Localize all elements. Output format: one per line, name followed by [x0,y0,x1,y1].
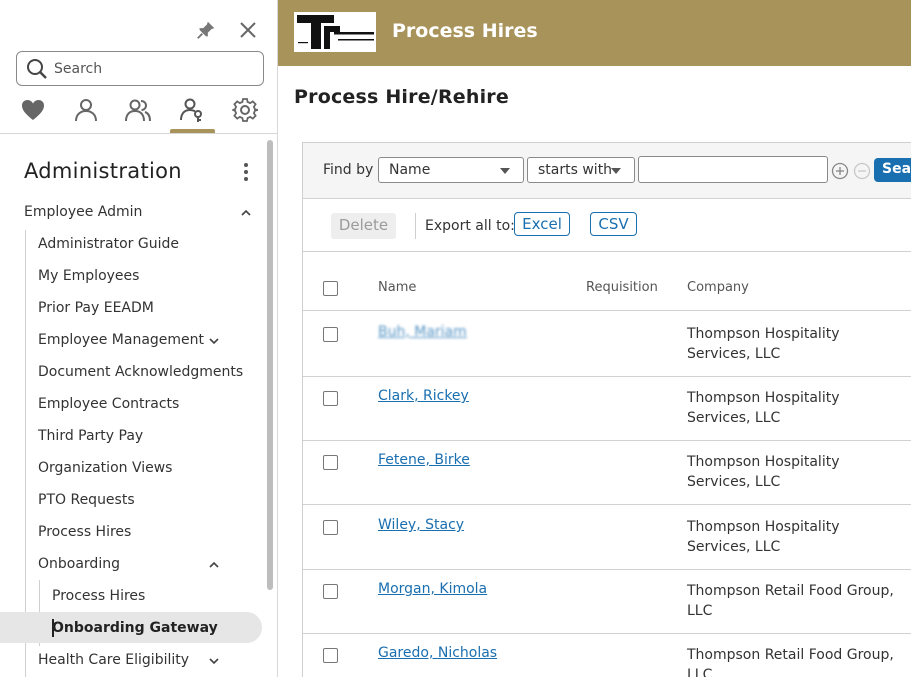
find-by-label: Find by [323,162,374,178]
chevron-down-icon[interactable] [208,655,220,667]
page-title: Process Hire/Rehire [294,86,509,108]
company-cell: Thompson Retail Food Group, LLC [687,583,894,619]
export-label: Export all to: [425,218,515,234]
employee-name-link[interactable]: Garedo, Nicholas [378,645,497,661]
sidebar-item-health-care-eligibility[interactable]: Health Care Eligibility [38,646,224,676]
hires-panel: Find by Name starts with Search Delete E… [302,142,911,677]
row-checkbox[interactable] [323,327,338,342]
search-input[interactable] [54,57,254,80]
table-row: Garedo, Nicholas Thompson Retail Food Gr… [303,633,911,677]
dropdown-arrow-icon [611,168,621,174]
chevron-up-icon[interactable] [240,207,252,219]
sidebar-top [0,0,277,134]
table-row: Fetene, Birke Thompson Hospitality Servi… [303,440,911,505]
more-options-icon[interactable] [238,161,254,183]
person-key-icon[interactable] [179,97,205,123]
people-icon[interactable] [125,97,151,123]
column-header-requisition[interactable]: Requisition [586,280,658,295]
company-cell: Thompson Hospitality Services, LLC [687,326,840,362]
pin-icon[interactable] [195,19,217,41]
employee-name-link[interactable]: Clark, Rickey [378,388,469,404]
sidebar-item-employee-admin[interactable]: Employee Admin [24,198,264,228]
person-icon[interactable] [73,97,99,123]
remove-criteria-icon[interactable] [853,162,871,180]
company-cell: Thompson Hospitality Services, LLC [687,519,840,555]
close-icon[interactable] [238,20,258,40]
nav-active-indicator [170,129,215,133]
sidebar: Administration Employee Admin Administra… [0,0,278,677]
sidebar-item-onboarding[interactable]: Onboarding [38,550,224,580]
sidebar-item-employee-management[interactable]: Employee Management [38,326,224,356]
dropdown-arrow-icon [500,168,510,174]
search-button[interactable]: Search [874,158,911,182]
employee-name-link[interactable]: Buh, Mariam [378,324,467,340]
table-row: Morgan, Kimola Thompson Retail Food Grou… [303,569,911,634]
sidebar-scrollbar[interactable] [267,140,273,590]
company-cell: Thompson Hospitality Services, LLC [687,390,840,426]
delete-button[interactable]: Delete [331,213,396,239]
employee-name-link[interactable]: Fetene, Birke [378,452,470,468]
table-row: Clark, Rickey Thompson Hospitality Servi… [303,376,911,441]
heart-icon[interactable] [20,97,46,123]
text-cursor [52,619,54,637]
app-header: Process Hires [278,0,911,66]
column-header-name[interactable]: Name [378,280,416,295]
row-checkbox[interactable] [323,520,338,535]
chevron-up-icon[interactable] [208,559,220,571]
find-value-input[interactable] [638,156,828,183]
search-icon [27,59,47,79]
company-logo [294,12,376,52]
find-bar: Find by Name starts with Search [303,143,911,199]
company-cell: Thompson Hospitality Services, LLC [687,454,840,490]
row-checkbox[interactable] [323,648,338,663]
sidebar-search[interactable] [16,51,264,86]
table-header: Name Requisition Company [303,253,911,311]
export-excel-button[interactable]: Excel [514,212,570,236]
chevron-down-icon[interactable] [208,335,220,347]
company-cell: Thompson Retail Food Group, LLC [687,647,894,677]
column-header-company[interactable]: Company [687,280,749,295]
table-row: Buh, Mariam Thompson Hospitality Service… [303,312,911,377]
add-criteria-icon[interactable] [831,162,849,180]
employee-name-link[interactable]: Morgan, Kimola [378,581,487,597]
find-field-select[interactable]: Name [378,157,524,183]
section-title: Administration [24,159,182,183]
row-checkbox[interactable] [323,455,338,470]
find-operator-select[interactable]: starts with [527,157,635,183]
select-all-checkbox[interactable] [323,281,338,296]
employee-name-link[interactable]: Wiley, Stacy [378,517,464,533]
export-csv-button[interactable]: CSV [590,212,637,236]
tree-line [25,230,26,677]
row-checkbox[interactable] [323,584,338,599]
row-checkbox[interactable] [323,391,338,406]
table-row: Wiley, Stacy Thompson Hospitality Servic… [303,505,911,570]
divider [415,213,416,239]
gear-icon[interactable] [232,97,258,123]
header-title: Process Hires [392,20,538,42]
actions-bar: Delete Export all to: Excel CSV [303,200,911,252]
